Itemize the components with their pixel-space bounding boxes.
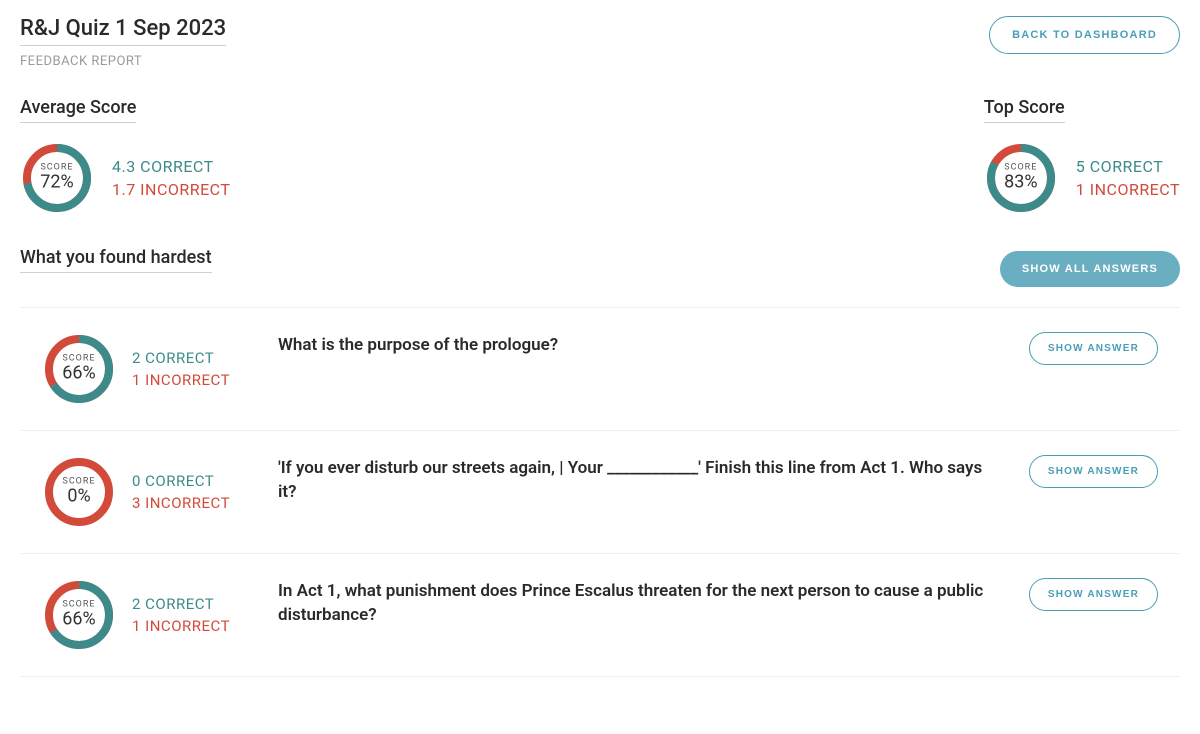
question-card: SCORE 0% 0 CORRECT 3 INCORRECT 'If you e… [20, 431, 1180, 554]
back-to-dashboard-button[interactable]: BACK TO DASHBOARD [989, 16, 1180, 54]
question-correct: 2 CORRECT [132, 595, 230, 613]
question-text: 'If you ever disturb our streets again, … [278, 455, 1003, 505]
scores-row: Average Score SCORE 72% 4.3 CORRECT 1.7 … [20, 97, 1180, 215]
average-score-heading: Average Score [20, 97, 136, 123]
question-incorrect: 3 INCORRECT [132, 494, 230, 512]
hardest-section: What you found hardest SHOW ALL ANSWERS … [20, 247, 1180, 677]
questions-list: SCORE 66% 2 CORRECT 1 INCORRECT What is … [20, 307, 1180, 677]
page-title: R&J Quiz 1 Sep 2023 [20, 16, 226, 46]
question-correct: 2 CORRECT [132, 349, 230, 367]
average-score-donut: SCORE 72% [20, 141, 94, 215]
top-score-heading: Top Score [984, 97, 1065, 123]
average-incorrect: 1.7 INCORRECT [112, 180, 230, 199]
page-subtitle: FEEDBACK REPORT [20, 54, 226, 69]
show-answer-button[interactable]: SHOW ANSWER [1029, 578, 1158, 611]
top-score-percent: 83% [1004, 173, 1037, 194]
average-score-block: Average Score SCORE 72% 4.3 CORRECT 1.7 … [20, 97, 230, 215]
top-correct: 5 CORRECT [1076, 157, 1180, 176]
question-text: What is the purpose of the prologue? [278, 332, 1003, 358]
question-text: In Act 1, what punishment does Prince Es… [278, 578, 1003, 628]
hardest-heading: What you found hardest [20, 247, 212, 273]
question-card: SCORE 66% 2 CORRECT 1 INCORRECT In Act 1… [20, 554, 1180, 677]
top-score-donut: SCORE 83% [984, 141, 1058, 215]
question-incorrect: 1 INCORRECT [132, 371, 230, 389]
show-answer-button[interactable]: SHOW ANSWER [1029, 332, 1158, 365]
question-donut: SCORE 0% [42, 455, 116, 529]
question-donut: SCORE 66% [42, 332, 116, 406]
question-correct: 0 CORRECT [132, 472, 230, 490]
show-answer-button[interactable]: SHOW ANSWER [1029, 455, 1158, 488]
question-percent: 66% [62, 364, 95, 385]
header: R&J Quiz 1 Sep 2023 FEEDBACK REPORT BACK… [20, 16, 1180, 69]
average-score-percent: 72% [40, 173, 73, 194]
show-all-answers-button[interactable]: SHOW ALL ANSWERS [1000, 251, 1180, 287]
average-correct: 4.3 CORRECT [112, 157, 230, 176]
question-incorrect: 1 INCORRECT [132, 617, 230, 635]
top-score-block: Top Score SCORE 83% 5 CORRECT 1 INCORREC… [984, 97, 1180, 215]
question-card: SCORE 66% 2 CORRECT 1 INCORRECT What is … [20, 307, 1180, 431]
question-percent: 66% [62, 610, 95, 631]
question-donut: SCORE 66% [42, 578, 116, 652]
top-incorrect: 1 INCORRECT [1076, 180, 1180, 199]
question-percent: 0% [62, 487, 95, 508]
title-block: R&J Quiz 1 Sep 2023 FEEDBACK REPORT [20, 16, 226, 69]
